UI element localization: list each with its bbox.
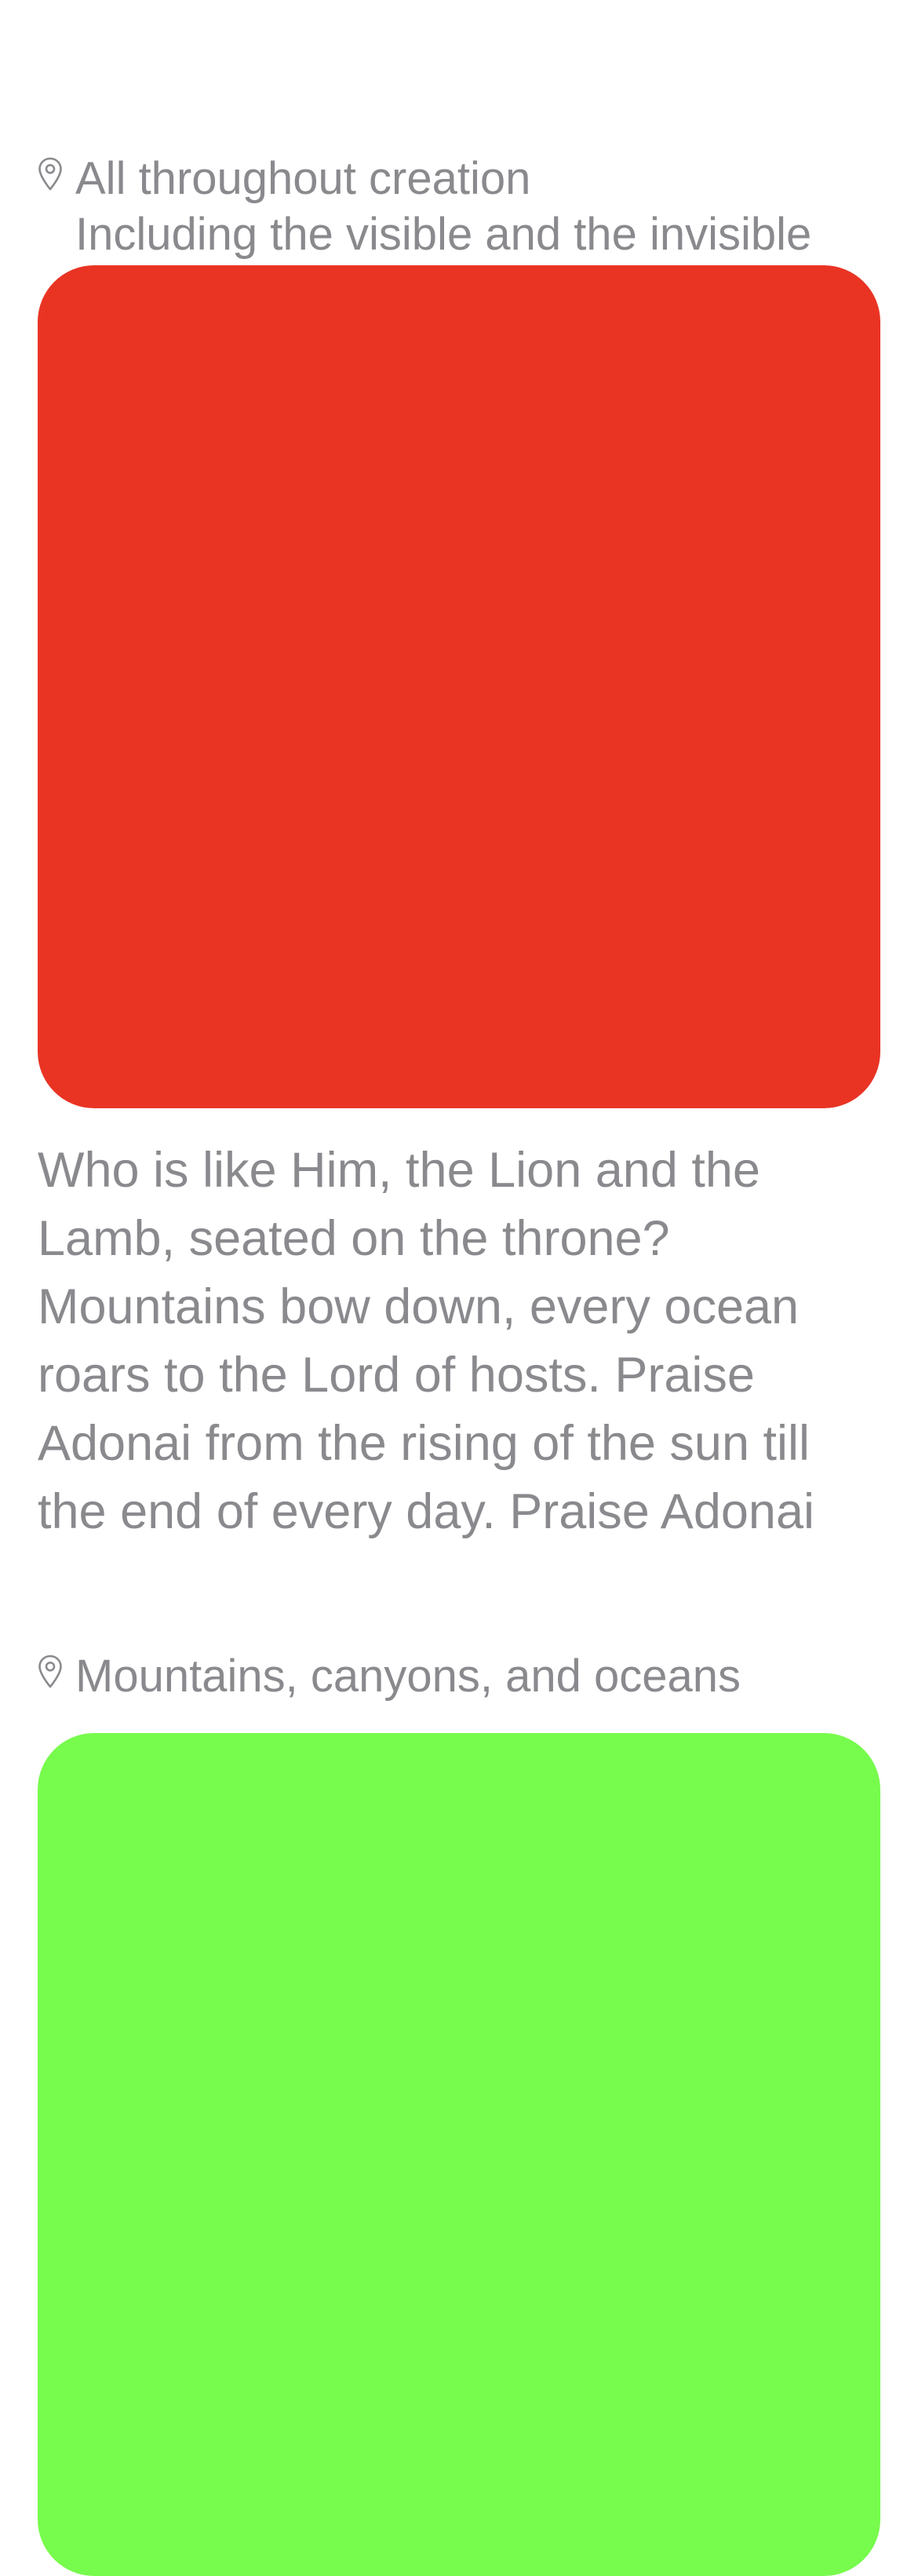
location-description: Including the visible and the invisible xyxy=(75,209,812,260)
location-name: Mountains, canyons, and oceans xyxy=(75,1651,741,1702)
location-name: All throughout creation xyxy=(75,154,531,204)
map-pin-icon xyxy=(38,1655,62,1688)
feed-post: All throughout creation Including the vi… xyxy=(0,154,918,1546)
post-location[interactable]: All throughout creation xyxy=(38,154,880,204)
post-feed: All throughout creation Including the vi… xyxy=(0,0,918,2576)
post-media[interactable] xyxy=(38,1733,880,2576)
post-media[interactable] xyxy=(38,265,880,1108)
feed-post: Mountains, canyons, and oceans xyxy=(0,1651,918,2576)
post-location[interactable]: Mountains, canyons, and oceans xyxy=(38,1651,880,1702)
map-pin-icon xyxy=(38,157,62,191)
post-caption: Who is like Him, the Lion and the Lamb, … xyxy=(38,1143,814,1539)
